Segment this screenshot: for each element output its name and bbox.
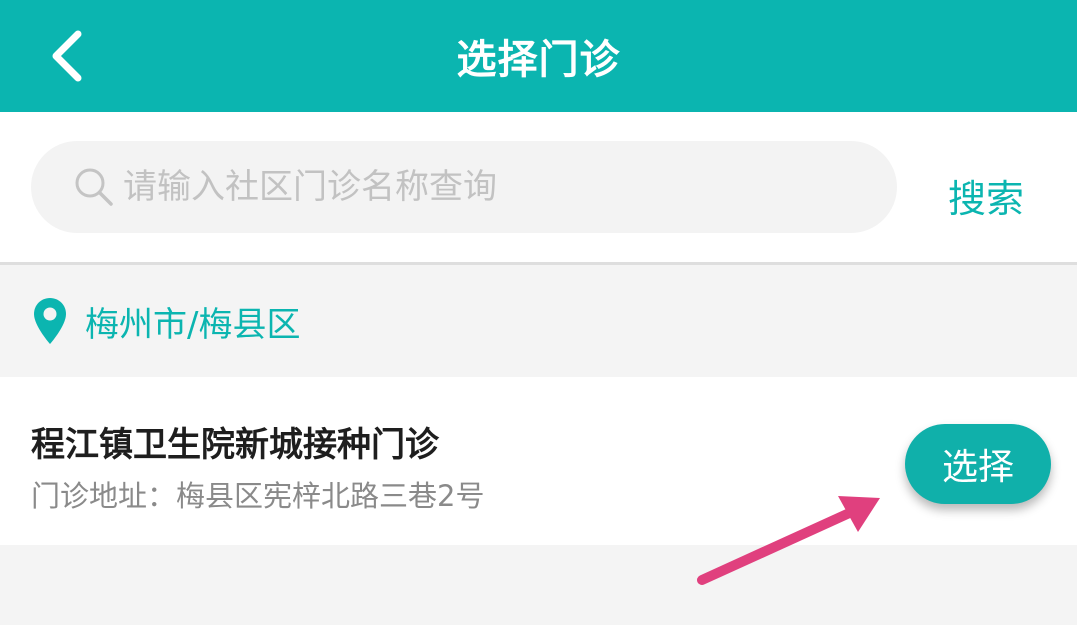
chevron-left-icon <box>52 30 82 82</box>
clinic-address: 门诊地址：梅县区宪梓北路三巷2号 <box>31 479 485 513</box>
clinic-name: 程江镇卫生院新城接种门诊 <box>31 425 439 465</box>
location-selector[interactable]: 梅州市/梅县区 <box>0 265 1077 377</box>
back-button[interactable] <box>38 28 94 84</box>
search-input[interactable] <box>121 156 885 218</box>
search-box[interactable] <box>31 141 897 233</box>
select-button[interactable]: 选择 <box>905 424 1051 504</box>
location-label: 梅州市/梅县区 <box>85 304 301 345</box>
list-item: 程江镇卫生院新城接种门诊 门诊地址：梅县区宪梓北路三巷2号 选择 <box>0 377 1077 545</box>
search-section: 搜索 <box>0 112 1077 262</box>
map-pin-icon <box>33 297 67 345</box>
annotation-arrow-icon <box>697 496 880 585</box>
search-icon <box>73 166 115 208</box>
search-button[interactable]: 搜索 <box>948 168 1024 223</box>
top-nav-bar: 选择门诊 <box>0 0 1077 112</box>
app-screen: 选择门诊 搜索 梅州市/梅县区 程江镇卫生院新城接种门诊 门诊地址：梅县区宪梓北… <box>0 0 1077 625</box>
page-title: 选择门诊 <box>456 37 621 83</box>
